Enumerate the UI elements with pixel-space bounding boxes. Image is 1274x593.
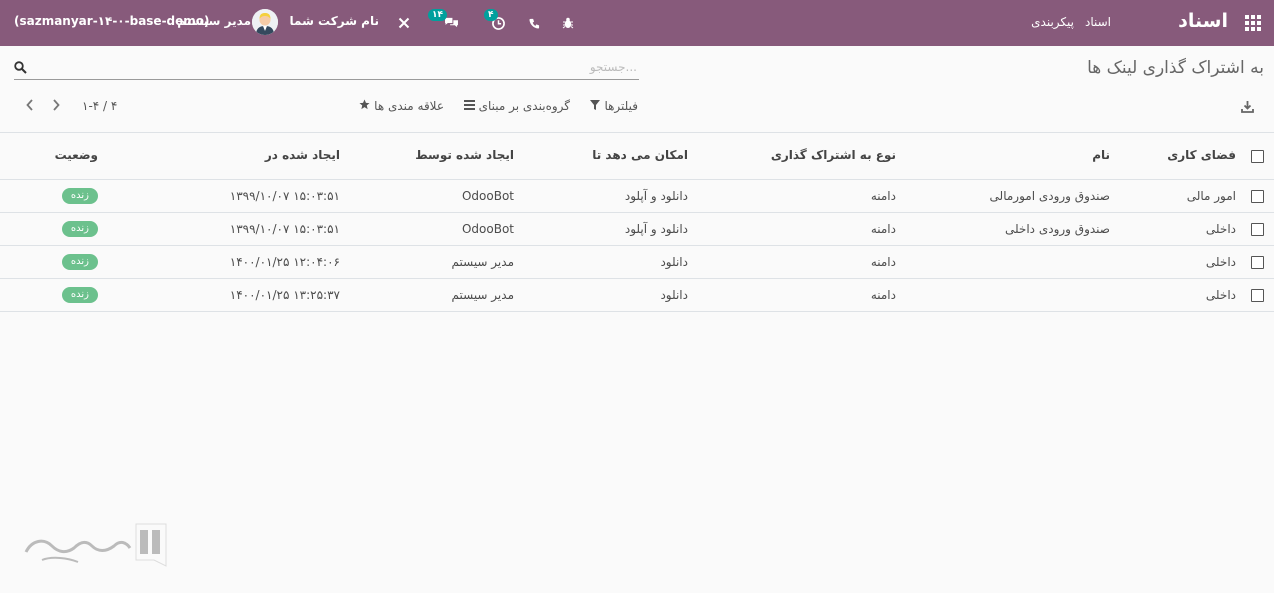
column-header-status[interactable]: وضعیت [55,148,98,162]
table-row[interactable]: داخلی صندوق ورودی داخلی دامنه دانلود و آ… [0,213,1274,246]
favorites-label: علاقه مندی ها [374,99,444,113]
cell-share-type: دامنه [870,255,896,269]
favorites-button[interactable]: علاقه مندی ها [359,99,444,113]
status-badge: زنده [61,221,98,237]
cell-created-by: OdooBot [461,222,514,236]
tools-icon[interactable] [396,13,412,33]
messages-count-badge: ۱۴ [428,9,447,21]
watermark-logo [22,520,168,568]
search-icon[interactable] [14,61,27,77]
cell-created-on: ۱۳۹۹/۱۰/۰۷ ۱۵:۰۳:۵۱ [229,222,340,236]
column-header-created-by[interactable]: ایجاد شده توسط [415,148,514,162]
cell-workspace: امور مالی [1186,189,1236,203]
status-badge: زنده [61,287,98,303]
cell-created-by: مدیر سیستم [451,288,515,302]
cell-share-type: دامنه [870,222,896,236]
cell-created-on: ۱۴۰۰/۰۱/۲۵ ۱۳:۲۵:۳۷ [229,288,340,302]
cell-created-on: ۱۳۹۹/۱۰/۰۷ ۱۵:۰۳:۵۱ [229,189,340,203]
filter-icon [590,99,601,113]
table-row[interactable]: داخلی دامنه دانلود مدیر سیستم ۱۴۰۰/۰۱/۲۵… [0,279,1274,312]
activity-count-badge: ۴ [484,9,498,21]
menu-documents[interactable]: اسناد [1085,15,1111,29]
column-header-name[interactable]: نام [1092,148,1110,162]
row-checkbox[interactable] [1251,256,1264,269]
apps-menu-icon[interactable] [1244,14,1262,32]
cell-created-on: ۱۴۰۰/۰۱/۲۵ ۱۲:۰۴:۰۶ [229,255,340,269]
group-by-label: گروه‌بندی بر مبنای [478,99,570,113]
filters-button[interactable]: فیلترها [590,99,638,113]
cell-allows: دانلود و آپلود [624,189,688,203]
pager-next-icon[interactable] [52,99,60,113]
column-header-created-on[interactable]: ایجاد شده در [265,148,340,162]
cell-workspace: داخلی [1205,255,1236,269]
cell-allows: دانلود [660,255,688,269]
cell-name: صندوق ورودی داخلی [1004,222,1110,236]
table-header: فضای کاری نام نوع به اشتراک گذاری امکان … [0,132,1274,180]
bug-icon[interactable] [561,13,575,33]
pager-previous-icon[interactable] [26,99,34,113]
search-placeholder: جستجو... [589,60,637,74]
cell-allows: دانلود و آپلود [624,222,688,236]
top-navbar: اسناد اسناد پیکربندی ۴ ۱۴ نام شرکت شما م… [0,0,1274,46]
cell-created-by: مدیر سیستم [451,255,515,269]
cell-name: صندوق ورودی امورمالی [989,189,1110,203]
select-all-checkbox[interactable] [1251,150,1264,163]
company-switcher[interactable]: نام شرکت شما [290,14,379,28]
page-title: به اشتراک گذاری لینک ها [1087,58,1264,78]
search-input[interactable]: جستجو... [14,58,639,80]
column-header-workspace[interactable]: فضای کاری [1167,148,1236,162]
app-brand[interactable]: اسناد [1178,10,1228,32]
table-row[interactable]: امور مالی صندوق ورودی امورمالی دامنه دان… [0,180,1274,213]
cell-workspace: داخلی [1205,222,1236,236]
group-by-button[interactable]: گروه‌بندی بر مبنای [463,99,570,113]
cell-share-type: دامنه [870,189,896,203]
row-checkbox[interactable] [1251,289,1264,302]
pager-value[interactable]: ۱-۴ / ۴ [82,99,117,113]
star-icon [359,99,370,113]
database-name: (sazmanyar-۱۴-۰-base-demo) [14,14,210,28]
row-checkbox[interactable] [1251,223,1264,236]
row-checkbox[interactable] [1251,190,1264,203]
download-icon[interactable] [1241,100,1254,116]
cell-created-by: OdooBot [461,189,514,203]
phone-icon[interactable] [527,13,541,33]
chat-icon[interactable]: ۱۴ [428,9,460,33]
status-badge: زنده [61,254,98,270]
cell-share-type: دامنه [870,288,896,302]
column-header-share-type[interactable]: نوع به اشتراک گذاری [771,148,896,162]
activity-clock-icon[interactable]: ۴ [484,9,506,33]
menu-configuration[interactable]: پیکربندی [1031,15,1074,29]
status-badge: زنده [61,188,98,204]
cell-workspace: داخلی [1205,288,1236,302]
list-icon [463,99,475,113]
column-header-allows[interactable]: امکان می دهد تا [592,148,688,162]
user-avatar[interactable] [252,9,278,35]
table-row[interactable]: داخلی دامنه دانلود مدیر سیستم ۱۴۰۰/۰۱/۲۵… [0,246,1274,279]
filters-label: فیلترها [604,99,638,113]
cell-allows: دانلود [660,288,688,302]
